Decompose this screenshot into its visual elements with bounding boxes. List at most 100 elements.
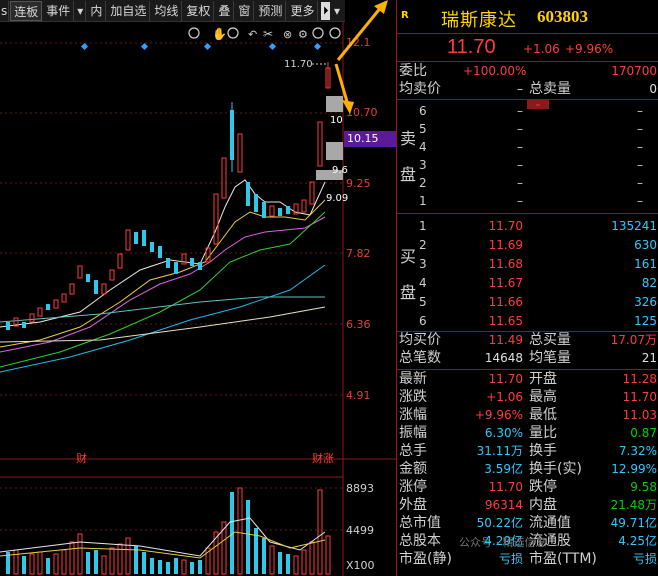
- buy-level-price: 11.70: [488, 219, 523, 233]
- toolbar-forecast-button[interactable]: 预测: [255, 0, 287, 21]
- stat-value: 96314: [484, 498, 523, 512]
- stat-row: 振幅 6.30% 量比 0.87: [397, 425, 658, 442]
- avg-sell-row: 均卖价 – 总卖量 0: [397, 81, 658, 98]
- price-axis-label: 4.91: [346, 389, 371, 402]
- volume-axis-label: 4499: [346, 524, 374, 537]
- buy-level-row[interactable]: 5 11.66 326: [397, 294, 658, 311]
- buy-level-price: 11.67: [488, 276, 523, 290]
- settings-icon[interactable]: ⚙: [298, 28, 308, 41]
- sell-level-row[interactable]: 2 – –: [397, 175, 658, 192]
- volume-bars[interactable]: [6, 487, 331, 575]
- avg-sell-label: 均卖价: [399, 81, 441, 97]
- stat-value: +1.06: [486, 390, 523, 404]
- marker-label-9-09: 9.09: [326, 193, 348, 204]
- deals-row: 总笔数 14648 均笔量 21: [397, 350, 658, 367]
- buy-level-price: 11.66: [488, 295, 523, 309]
- avg-buy-row: 均买价 11.49 总买量 17.07万: [397, 332, 658, 349]
- event-diamond-markers[interactable]: [80, 42, 322, 51]
- buy-level-row[interactable]: 3 11.68 161: [397, 256, 658, 273]
- toolbar-dropdown-icon[interactable]: ▾: [75, 0, 87, 21]
- toolbar-lianban-button[interactable]: 连板: [10, 0, 43, 21]
- candlesticks[interactable]: [6, 62, 331, 330]
- stat-value: 亏损: [498, 552, 523, 566]
- stat-label: 市盈(TTM): [529, 551, 597, 567]
- sell-level-number: 3: [419, 158, 427, 172]
- stat-value: 6.30%: [484, 426, 523, 440]
- sell-level-number: 2: [419, 176, 427, 190]
- undo-icon[interactable]: ↶: [248, 28, 257, 41]
- stat-value: 9.58: [630, 480, 657, 494]
- sell-level-price: –: [517, 194, 523, 208]
- buy-level-row[interactable]: 4 11.67 82: [397, 275, 658, 292]
- stock-terminal-window: s 连板 事件 ▾ 内 加自选 均线 复权 叠 窗 预测 更多 ⏵ ▾ ✋ ↶ …: [0, 0, 658, 576]
- stat-row: 总手 31.11万 换手 7.32%: [397, 443, 658, 460]
- sell-level-volume: –: [637, 194, 643, 208]
- buy-level-volume: 326: [634, 295, 657, 309]
- toolbar-ma-button[interactable]: 均线: [151, 0, 183, 21]
- toolbar-overlay-button[interactable]: 叠: [215, 0, 235, 21]
- stat-value: 4.25亿: [618, 534, 657, 548]
- sell-level-row[interactable]: 4 – –: [397, 139, 658, 156]
- buy-level-row[interactable]: 1 11.70 135241: [397, 218, 658, 235]
- stat-value: 49.71亿: [610, 516, 657, 530]
- stock-code: 603803: [537, 7, 588, 26]
- sell-level-row[interactable]: 5 – –: [397, 121, 658, 138]
- sell-level-number: 1: [419, 194, 427, 208]
- sell-level-volume: –: [637, 176, 643, 190]
- buy-level-number: 6: [419, 314, 427, 328]
- toolbar-event-button[interactable]: 事件: [43, 0, 75, 21]
- hand-icon[interactable]: ✋: [212, 27, 227, 41]
- sell-level-row[interactable]: 3 – –: [397, 157, 658, 174]
- sell-level-number: 4: [419, 140, 427, 154]
- stat-label: 金额: [399, 461, 427, 477]
- stock-title-bar: R 瑞斯康达 603803: [397, 0, 658, 34]
- sell-level-price: –: [517, 176, 523, 190]
- stat-label: 总市值: [399, 515, 441, 531]
- sell-level-row[interactable]: 1 – –: [397, 193, 658, 210]
- total-buy-label: 总买量: [529, 332, 571, 348]
- price-axis-label: 7.82: [346, 247, 371, 260]
- toolbar-nei-button[interactable]: 内: [87, 0, 107, 21]
- annotation-arrows: [334, 0, 388, 114]
- buy-level-row[interactable]: 2 11.69 630: [397, 237, 658, 254]
- toolbar-partial-item[interactable]: s: [0, 0, 10, 21]
- stat-value: 11.28: [622, 372, 657, 386]
- stat-label: 开盘: [529, 371, 557, 387]
- deals-label: 总笔数: [399, 350, 441, 366]
- ma-line-green: [0, 211, 326, 368]
- toolbar-adjust-button[interactable]: 复权: [183, 0, 215, 21]
- toolbar-add-watchlist-button[interactable]: 加自选: [107, 0, 151, 21]
- stat-label: 总手: [399, 443, 427, 459]
- price-change: +1.06: [523, 42, 560, 56]
- event-label-cai[interactable]: 财: [76, 451, 87, 465]
- weibi-value: +100.00%: [463, 64, 527, 78]
- toolbar-more-button[interactable]: 更多: [287, 0, 319, 21]
- current-price-tag: 11.70: [284, 59, 313, 70]
- scissors-icon[interactable]: ✂: [263, 27, 273, 41]
- stat-label: 最高: [529, 389, 557, 405]
- stat-label: 总股本: [399, 533, 441, 549]
- stat-label: 换手(实): [529, 461, 582, 477]
- chart-toolbar: s 连板 事件 ▾ 内 加自选 均线 复权 叠 窗 预测 更多 ⏵ ▾: [0, 0, 345, 22]
- crosshair-price-tag: 10.15: [344, 131, 396, 147]
- toolbar-window-button[interactable]: 窗: [235, 0, 255, 21]
- watermark: 公众号 · 精选信息: [459, 536, 547, 549]
- stat-label: 振幅: [399, 425, 427, 441]
- buy-level-row[interactable]: 6 11.65 125: [397, 313, 658, 330]
- event-label-cai-zhang[interactable]: 财涨: [312, 451, 334, 465]
- buy-level-volume: 135241: [611, 219, 657, 233]
- toolbar-expand-arrow-icon[interactable]: ⏵: [321, 1, 330, 20]
- sell-level-volume: –: [637, 140, 643, 154]
- stat-label: 涨停: [399, 479, 427, 495]
- stat-row: 最新 11.70 开盘 11.28: [397, 371, 658, 388]
- sell-level-row[interactable]: 6 – –: [397, 103, 658, 120]
- stat-row: 市盈(静) 亏损 市盈(TTM) 亏损: [397, 551, 658, 568]
- link-icon[interactable]: ⊗: [283, 28, 292, 41]
- buy-level-price: 11.68: [488, 257, 523, 271]
- stat-label: 流通值: [529, 515, 571, 531]
- buy-level-volume: 125: [634, 314, 657, 328]
- stat-row: 金额 3.59亿 换手(实) 12.99%: [397, 461, 658, 478]
- play-icon: [227, 27, 239, 39]
- volume-ma-line-white: [0, 517, 326, 557]
- stat-value: 11.70: [488, 480, 523, 494]
